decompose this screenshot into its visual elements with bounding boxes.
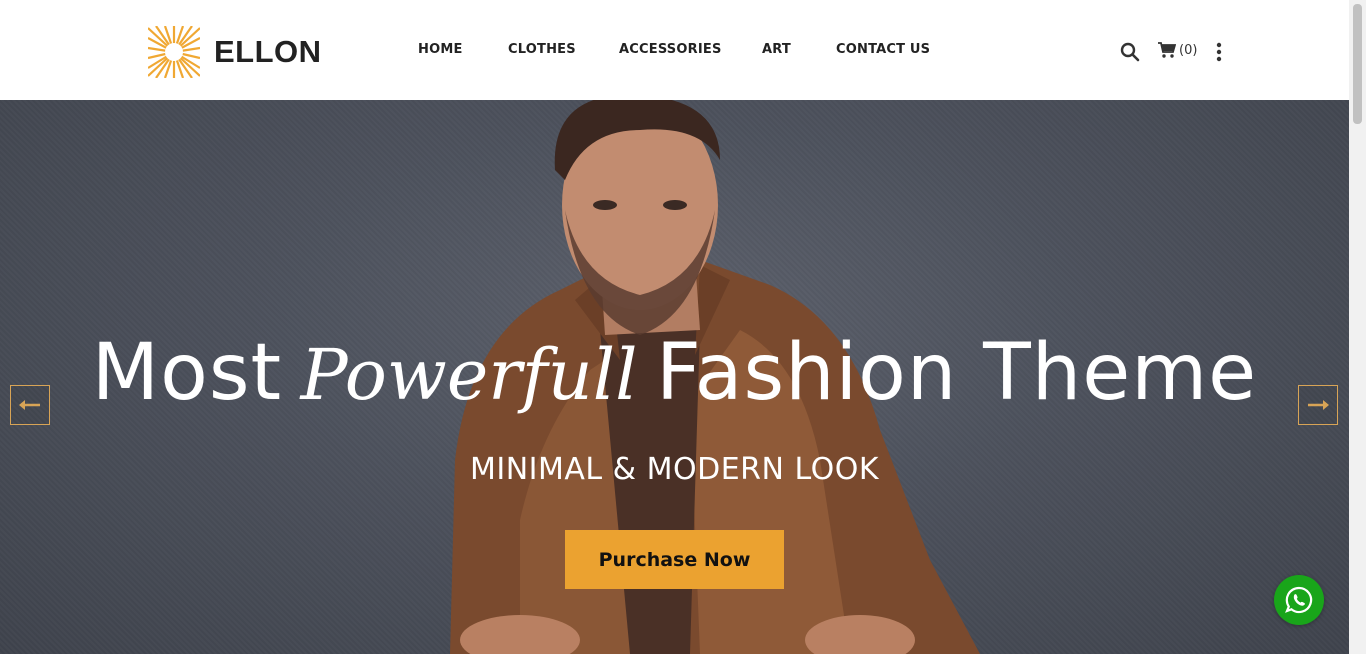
hero-title-part2: Fashion Theme — [655, 328, 1258, 418]
arrow-right-icon — [1308, 400, 1329, 410]
hero-subtitle: MINIMAL & MODERN LOOK — [469, 452, 880, 487]
purchase-now-button[interactable]: Purchase Now — [565, 530, 784, 589]
nav-item-accessories[interactable]: ACCESSORIES — [619, 42, 722, 57]
nav-item-contact-us[interactable]: CONTACT US — [836, 42, 930, 57]
hero-title: Most Powerfull Fashion Theme — [0, 328, 1349, 418]
hero-title-part1: Most — [91, 328, 283, 418]
cart-icon — [1158, 42, 1176, 58]
slider-next-button[interactable] — [1298, 385, 1338, 425]
search-icon[interactable] — [1120, 42, 1140, 62]
whatsapp-chat-button[interactable] — [1274, 575, 1324, 625]
page-scrollbar[interactable] — [1349, 0, 1366, 654]
hero-slider: Most Powerfull Fashion Theme MINIMAL & M… — [0, 100, 1349, 654]
scrollbar-thumb[interactable] — [1353, 4, 1362, 124]
nav-item-art[interactable]: ART — [762, 42, 791, 57]
cart-button[interactable]: (0) — [1158, 41, 1197, 59]
hero-title-script: Powerfull — [300, 334, 638, 416]
vertical-dots-icon[interactable] — [1216, 42, 1222, 62]
arrow-left-icon — [19, 400, 40, 410]
site-header: ELLON HOME CLOTHES ACCESSORIES ART CONTA… — [0, 0, 1366, 100]
cart-count: (0) — [1179, 42, 1198, 58]
nav-item-home[interactable]: HOME — [418, 42, 463, 57]
slider-prev-button[interactable] — [10, 385, 50, 425]
whatsapp-icon — [1285, 586, 1313, 614]
nav-item-clothes[interactable]: CLOTHES — [508, 42, 576, 57]
